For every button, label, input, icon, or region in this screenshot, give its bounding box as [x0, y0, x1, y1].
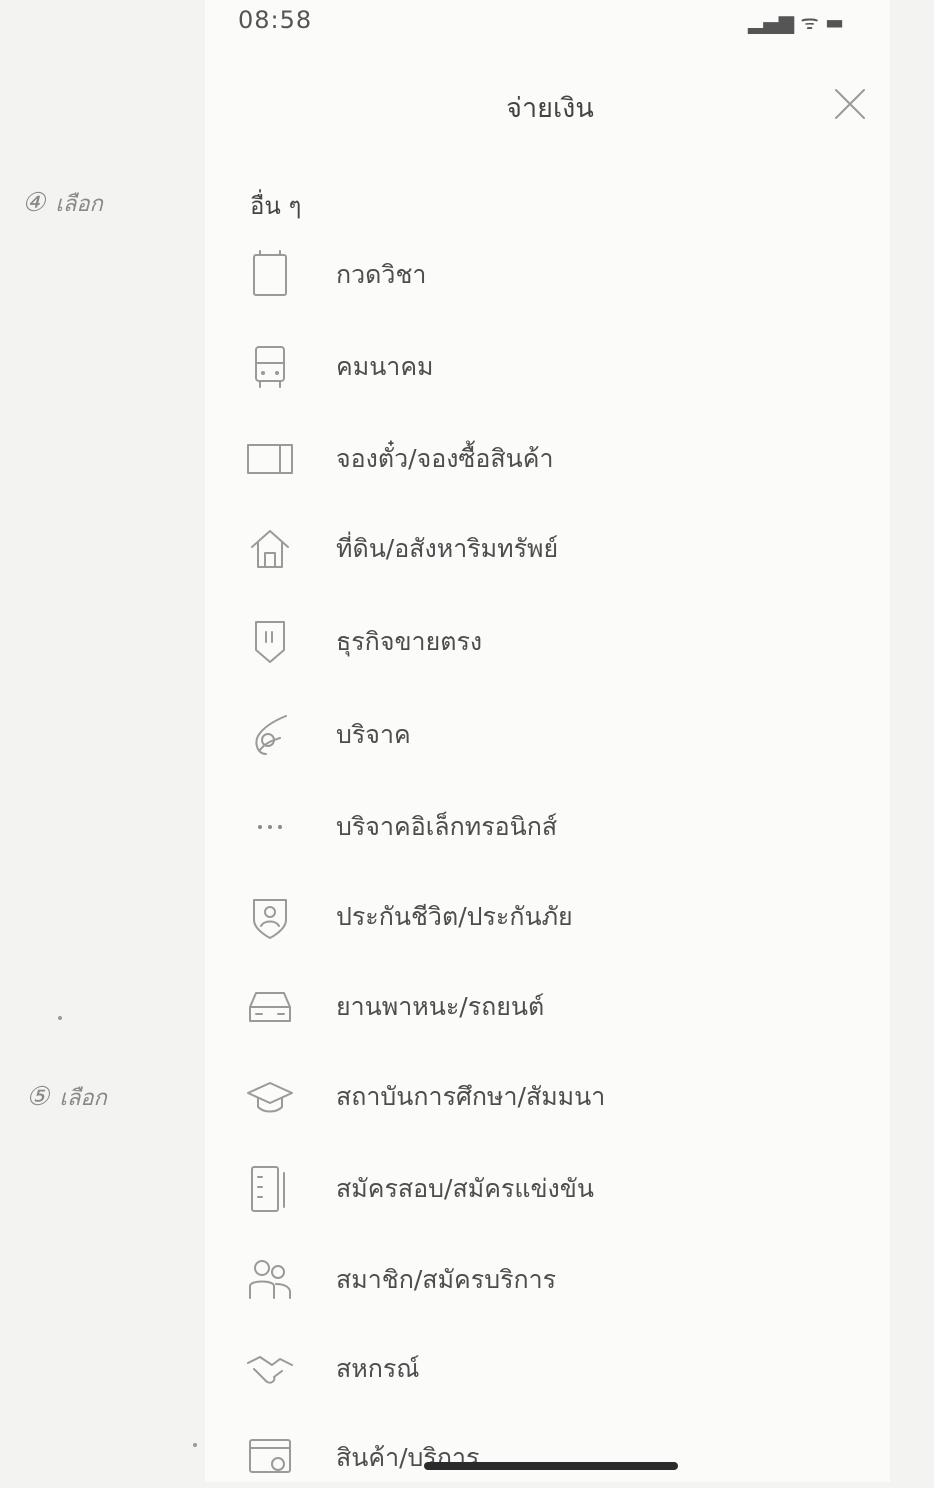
list-item[interactable]: สถาบันการศึกษา/สัมมนา: [240, 1067, 760, 1127]
bus-icon: [240, 337, 300, 397]
form-icon: [240, 1159, 300, 1219]
pen-mark: [58, 1016, 62, 1020]
list-item-label: คมนาคม: [336, 352, 434, 381]
list-item[interactable]: ธุรกิจขายตรง: [240, 612, 760, 672]
list-item[interactable]: สมาชิก/สมัครบริการ: [240, 1250, 760, 1310]
list-item[interactable]: คมนาคม: [240, 337, 760, 397]
page-title: จ่ายเงิน: [506, 93, 594, 124]
list-item[interactable]: ที่ดิน/อสังหาริมทรัพย์: [240, 519, 760, 579]
list-item-label: สมาชิก/สมัครบริการ: [336, 1265, 557, 1294]
shield-person-icon: [240, 887, 300, 947]
ticket-icon: [240, 429, 300, 489]
close-button[interactable]: [830, 84, 870, 124]
pen-mark: [193, 1443, 197, 1447]
list-item[interactable]: สินค้า/บริการ: [240, 1428, 760, 1488]
handwritten-note: ⑤ เลือก: [26, 1080, 107, 1115]
list-item[interactable]: กวดวิชา: [240, 245, 760, 305]
list-item-label: ธุรกิจขายตรง: [336, 627, 483, 656]
list-item-label: กวดวิชา: [336, 260, 427, 289]
list-item-label: สมัครสอบ/สมัครแข่งขัน: [336, 1174, 594, 1203]
list-item-label: ประกันชีวิต/ประกันภัย: [336, 902, 573, 931]
list-item-label: ยานพาหนะ/รถยนต์: [336, 992, 545, 1021]
section-header: อื่น ๆ: [250, 192, 302, 220]
list-item-label: จองตั๋ว/จองซื้อสินค้า: [336, 444, 554, 473]
list-item-label: บริจาคอิเล็กทรอนิกส์: [336, 812, 558, 841]
home-indicator[interactable]: [424, 1462, 678, 1470]
list-item-label: บริจาค: [336, 720, 411, 749]
shopping-bag-icon: [240, 612, 300, 672]
list-item[interactable]: บริจาค: [240, 705, 760, 765]
list-item[interactable]: ประกันชีวิต/ประกันภัย: [240, 887, 760, 947]
list-item-label: ที่ดิน/อสังหาริมทรัพย์: [336, 534, 559, 563]
graduation-cap-icon: [240, 1067, 300, 1127]
list-item[interactable]: สมัครสอบ/สมัครแข่งขัน: [240, 1159, 760, 1219]
list-item-label: สินค้า/บริการ: [336, 1443, 480, 1472]
note-number: ④: [22, 188, 46, 218]
note-number: ⑤: [26, 1082, 50, 1112]
status-time: 08:58: [238, 6, 313, 34]
product-icon: [240, 1428, 300, 1488]
close-icon: [835, 89, 865, 119]
more-dots-icon: [240, 797, 300, 857]
status-indicators: ▂▄▆ ᯤ ▬: [748, 10, 845, 34]
list-item[interactable]: ยานพาหนะ/รถยนต์: [240, 977, 760, 1037]
car-icon: [240, 977, 300, 1037]
list-item[interactable]: จองตั๋ว/จองซื้อสินค้า: [240, 429, 760, 489]
list-item-label: สหกรณ์: [336, 1354, 420, 1383]
house-icon: [240, 519, 300, 579]
note-word: เลือก: [59, 1086, 107, 1111]
list-item[interactable]: บริจาคอิเล็กทรอนิกส์: [240, 797, 760, 857]
list-item[interactable]: สหกรณ์: [240, 1339, 760, 1399]
handwritten-note: ④ เลือก: [22, 186, 103, 221]
members-icon: [240, 1250, 300, 1310]
note-word: เลือก: [55, 192, 103, 217]
donate-hand-icon: [240, 705, 300, 765]
handshake-icon: [240, 1339, 300, 1399]
notebook-icon: [240, 245, 300, 305]
list-item-label: สถาบันการศึกษา/สัมมนา: [336, 1082, 606, 1111]
